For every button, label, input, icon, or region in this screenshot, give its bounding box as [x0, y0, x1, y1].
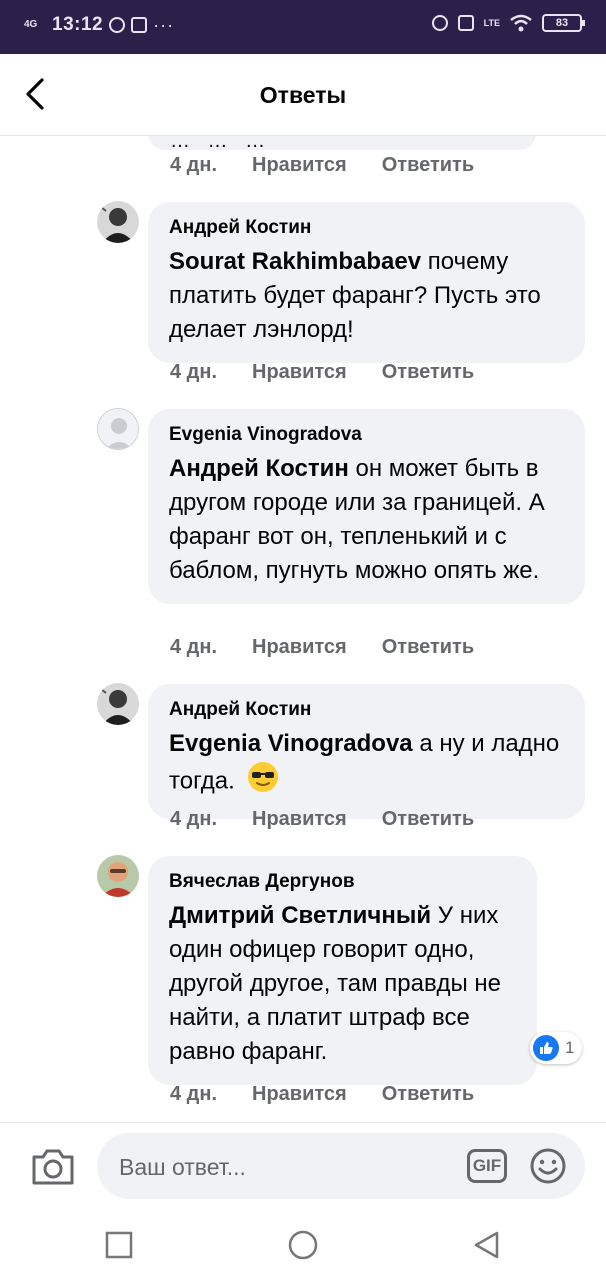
like-button[interactable]: Нравится — [252, 808, 347, 831]
alarm-icon — [431, 15, 448, 31]
sunglasses-emoji-icon — [247, 761, 279, 803]
comment-actions: 4 дн. Нравится Ответить — [170, 636, 474, 659]
comment-bubble[interactable]: Андрей Костин Evgenia Vinogradova а ну и… — [148, 684, 585, 819]
comment-time[interactable]: 4 дн. — [170, 808, 217, 831]
triangle-back-icon — [474, 1231, 499, 1259]
status-bar: 4G 13:12 ··· LTE 83 — [0, 0, 606, 54]
comment-time[interactable]: 4 дн. — [170, 1083, 217, 1106]
comment-text: Sourat Rakhimbabaev почему платить будет… — [169, 245, 565, 347]
home-button[interactable] — [288, 1230, 318, 1260]
comment-bubble[interactable]: Вячеслав Дергунов Дмитрий Светличный У н… — [148, 856, 537, 1085]
reply-composer: Ваш ответ... GIF — [0, 1122, 606, 1210]
replies-list: … … … 4 дн. Нравится Ответить Андрей Кос… — [0, 136, 606, 1122]
smiley-icon — [530, 1148, 566, 1184]
comment-time[interactable]: 4 дн. — [170, 154, 217, 177]
camera-button[interactable] — [30, 1147, 76, 1187]
comment-bubble[interactable]: Evgenia Vinogradova Андрей Костин он мож… — [148, 409, 585, 604]
reply-input[interactable]: Ваш ответ... GIF — [97, 1133, 585, 1199]
avatar[interactable] — [97, 855, 139, 897]
square-icon — [105, 1231, 133, 1259]
comment-time[interactable]: 4 дн. — [170, 636, 217, 659]
reply-button[interactable]: Ответить — [382, 808, 474, 831]
comment-text: Evgenia Vinogradova а ну и ладно тогда. — [169, 727, 565, 803]
like-button[interactable]: Нравится — [252, 1083, 347, 1106]
status-time: 13:12 — [52, 14, 104, 35]
reply-button[interactable]: Ответить — [382, 154, 474, 177]
page-title: Ответы — [259, 82, 347, 108]
comment-bubble[interactable]: Андрей Костин Sourat Rakhimbabaev почему… — [148, 202, 585, 363]
battery-indicator: 83 — [542, 14, 585, 32]
reply-button[interactable]: Ответить — [382, 1083, 474, 1106]
comment-actions: 4 дн. Нравится Ответить — [170, 1083, 474, 1106]
mention-link[interactable]: Evgenia Vinogradova — [169, 730, 413, 757]
like-button[interactable]: Нравится — [252, 361, 347, 384]
network-indicator: 4G — [24, 19, 38, 30]
comment-text: Андрей Костин он может быть в другом гор… — [169, 452, 565, 588]
more-notifications: ··· — [153, 14, 175, 35]
like-reaction-icon — [533, 1035, 559, 1061]
mention-link[interactable]: Sourat Rakhimbabaev — [169, 248, 421, 275]
like-button[interactable]: Нравится — [252, 154, 347, 177]
camera-icon — [32, 1149, 74, 1185]
comment-author[interactable]: Андрей Костин — [169, 217, 565, 239]
top-app-bar: Ответы — [0, 54, 606, 136]
comment-author[interactable]: Андрей Костин — [169, 699, 565, 721]
gif-button[interactable]: GIF — [467, 1149, 507, 1183]
reply-button[interactable]: Ответить — [382, 636, 474, 659]
wifi-icon — [510, 14, 532, 32]
circle-icon — [288, 1230, 318, 1260]
avatar[interactable] — [97, 408, 139, 450]
mute-icon — [457, 15, 474, 31]
comment-text: Дмитрий Светличный У них один офицер гов… — [169, 899, 517, 1069]
emoji-button[interactable] — [529, 1147, 567, 1185]
comment-time[interactable]: 4 дн. — [170, 361, 217, 384]
volte-indicator: LTE — [483, 17, 500, 28]
recents-button[interactable] — [104, 1230, 134, 1260]
reaction-count: 1 — [565, 1038, 575, 1057]
back-nav-button[interactable] — [472, 1230, 502, 1260]
comment-actions: 4 дн. Нравится Ответить — [170, 154, 474, 177]
reply-input-placeholder: Ваш ответ... — [119, 1154, 246, 1180]
mail-icon — [131, 17, 148, 33]
reply-button[interactable]: Ответить — [382, 361, 474, 384]
comment-actions: 4 дн. Нравится Ответить — [170, 361, 474, 384]
avatar[interactable] — [97, 683, 139, 725]
like-button[interactable]: Нравится — [252, 636, 347, 659]
comment-author[interactable]: Вячеслав Дергунов — [169, 871, 517, 893]
telegram-icon — [109, 17, 126, 33]
system-nav-bar — [0, 1210, 606, 1280]
mention-link[interactable]: Дмитрий Светличный — [169, 902, 431, 929]
reaction-pill[interactable]: 1 — [530, 1032, 583, 1064]
mention-link[interactable]: Андрей Костин — [169, 455, 349, 482]
comment-author[interactable]: Evgenia Vinogradova — [169, 424, 565, 446]
comment-actions: 4 дн. Нравится Ответить — [170, 808, 474, 831]
comment-text-partial: … … … — [170, 136, 272, 152]
avatar[interactable] — [97, 201, 139, 243]
